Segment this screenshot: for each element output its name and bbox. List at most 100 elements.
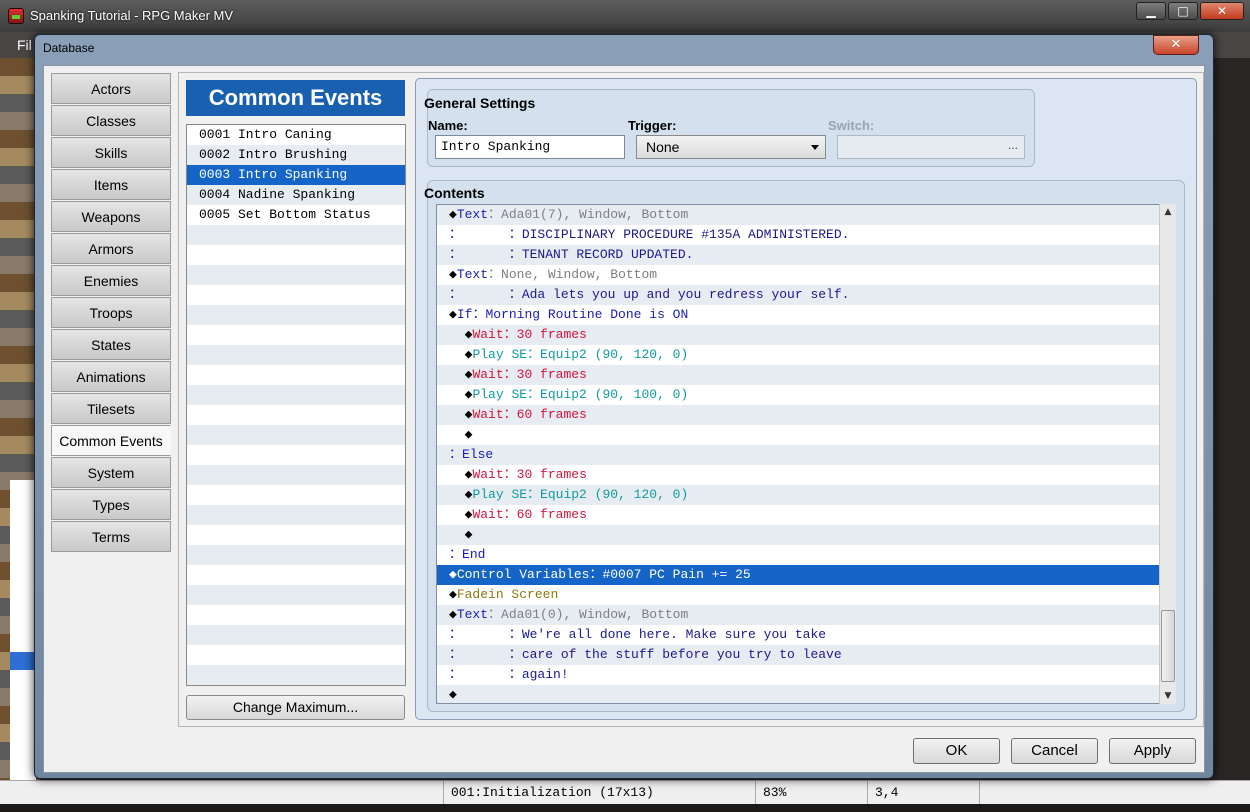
list-item[interactable]: 0001 Intro Caning — [187, 125, 405, 145]
category-tab[interactable]: Classes — [51, 105, 171, 136]
category-tab[interactable]: System — [51, 457, 171, 488]
command-row[interactable]: ◆Text：Ada01(7), Window, Bottom — [437, 205, 1175, 225]
command-row[interactable]: ◆Wait：60 frames — [437, 505, 1175, 525]
scroll-up-icon[interactable]: ▲ — [1160, 204, 1176, 220]
switch-label: Switch: — [828, 118, 875, 133]
status-separator — [979, 781, 980, 805]
list-item[interactable]: 0004 Nadine Spanking — [187, 185, 405, 205]
command-text: again! — [521, 667, 569, 682]
diamond-icon: ◆ — [449, 427, 473, 442]
command-row[interactable]: ◆Play SE：Equip2 (90, 120, 0) — [437, 345, 1175, 365]
list-item[interactable]: 0002 Intro Brushing — [187, 145, 405, 165]
status-separator — [867, 781, 868, 805]
scrollbar-thumb[interactable] — [1161, 610, 1175, 682]
command-row[interactable]: ◆Text：Ada01(0), Window, Bottom — [437, 605, 1175, 625]
category-tab[interactable]: Armors — [51, 233, 171, 264]
category-tab[interactable]: States — [51, 329, 171, 360]
contents-scrollbar[interactable]: ▲ ▼ — [1159, 204, 1176, 704]
command-row[interactable]: ： ：Ada lets you up and you redress your … — [437, 285, 1175, 305]
diamond-icon: ◆ — [449, 207, 457, 222]
category-tab[interactable]: Terms — [51, 521, 171, 552]
category-tab[interactable]: Troops — [51, 297, 171, 328]
category-tab[interactable]: Enemies — [51, 265, 171, 296]
diamond-icon: ◆ — [449, 527, 473, 542]
diamond-icon: ◆ — [449, 487, 473, 502]
command-row[interactable]: ◆ — [437, 525, 1175, 545]
command-text: ：Ada01(7), Window, Bottom — [488, 207, 689, 222]
command-text: ： — [449, 547, 463, 562]
command-row[interactable]: ◆ — [437, 685, 1175, 703]
status-coords: 3,4 — [875, 785, 899, 800]
category-tab[interactable]: Actors — [51, 73, 171, 104]
rpg-maker-app-icon — [8, 8, 24, 24]
list-item[interactable]: 0003 Intro Spanking — [187, 165, 405, 185]
command-row[interactable]: ： ：We're all done here. Make sure you ta… — [437, 625, 1175, 645]
category-tab[interactable]: Weapons — [51, 201, 171, 232]
category-tab[interactable]: Tilesets — [51, 393, 171, 424]
name-field[interactable]: Intro Spanking — [435, 135, 625, 159]
maximize-icon[interactable]: □ — [1168, 2, 1198, 20]
command-row[interactable]: ◆Text：None, Window, Bottom — [437, 265, 1175, 285]
app-window-title: Spanking Tutorial - RPG Maker MV — [30, 8, 234, 23]
command-text: ：60 frames — [503, 407, 587, 422]
command-row[interactable]: ◆Fadein Screen — [437, 585, 1175, 605]
command-row[interactable]: ： ：care of the stuff before you try to l… — [437, 645, 1175, 665]
command-text: End — [462, 547, 486, 562]
diamond-icon: ◆ — [449, 267, 457, 282]
command-text: care of the stuff before you try to leav… — [521, 647, 842, 662]
command-row[interactable]: ： ：again! — [437, 665, 1175, 685]
map-tree-selected-row[interactable] — [10, 652, 36, 670]
command-text: ： ： — [449, 287, 522, 302]
category-tab[interactable]: Items — [51, 169, 171, 200]
list-item[interactable]: 0005 Set Bottom Status — [187, 205, 405, 225]
command-text: TENANT RECORD UPDATED. — [521, 247, 694, 262]
command-row[interactable]: ◆Wait：30 frames — [437, 325, 1175, 345]
list-header: Common Events — [186, 80, 405, 116]
command-text: Text — [456, 267, 489, 282]
category-tab[interactable]: Skills — [51, 137, 171, 168]
event-command-list[interactable]: ◆Text：Ada01(7), Window, Bottom： ：DISCIPL… — [436, 204, 1176, 704]
command-text: ： ： — [449, 227, 522, 242]
close-icon[interactable]: ✕ — [1200, 2, 1244, 20]
command-row[interactable]: ◆Wait：30 frames — [437, 465, 1175, 485]
status-separator — [755, 781, 756, 805]
menu-file[interactable]: Fil — [17, 37, 32, 53]
command-row[interactable]: ◆Play SE：Equip2 (90, 120, 0) — [437, 485, 1175, 505]
category-tab[interactable]: Animations — [51, 361, 171, 392]
ok-button[interactable]: OK — [913, 738, 1000, 764]
command-text: ：Equip2 (90, 120, 0) — [527, 487, 689, 502]
command-text: ：30 frames — [503, 367, 587, 382]
command-row[interactable]: ◆Wait：60 frames — [437, 405, 1175, 425]
command-text: ：Equip2 (90, 100, 0) — [527, 387, 689, 402]
status-zoom: 83% — [763, 785, 787, 800]
scroll-down-icon[interactable]: ▼ — [1160, 688, 1176, 704]
command-text: ：Morning Routine Done is ON — [472, 307, 689, 322]
command-row[interactable]: ◆If：Morning Routine Done is ON — [437, 305, 1175, 325]
map-tree[interactable] — [10, 480, 36, 780]
switch-selector: ... — [837, 135, 1025, 159]
category-tab[interactable]: Common Events — [51, 425, 171, 456]
command-text: Text — [456, 207, 489, 222]
command-row[interactable]: ◆Control Variables：#0007 PC Pain += 25 — [437, 565, 1175, 585]
change-maximum-button[interactable]: Change Maximum... — [186, 695, 405, 720]
command-text: Text — [456, 607, 489, 622]
apply-button[interactable]: Apply — [1109, 738, 1196, 764]
command-row[interactable]: ：End — [437, 545, 1175, 565]
category-tabs: Actors Classes Skills Items Weapons Armors Ene… — [51, 73, 171, 553]
command-text: ：Equip2 (90, 120, 0) — [527, 347, 689, 362]
cancel-button[interactable]: Cancel — [1011, 738, 1098, 764]
trigger-dropdown[interactable]: None — [636, 135, 826, 159]
command-row[interactable]: ：Else — [437, 445, 1175, 465]
category-tab[interactable]: Types — [51, 489, 171, 520]
command-text: Play SE — [472, 347, 528, 362]
chevron-down-icon — [811, 145, 819, 150]
command-row[interactable]: ◆Wait：30 frames — [437, 365, 1175, 385]
command-row[interactable]: ： ：DISCIPLINARY PROCEDURE #135A ADMINIST… — [437, 225, 1175, 245]
common-event-list[interactable]: 0001 Intro Caning 0002 Intro Brushing 0003… — [186, 124, 406, 686]
command-text: If — [456, 307, 473, 322]
minimize-icon[interactable]: ▁ — [1136, 2, 1166, 20]
command-row[interactable]: ： ：TENANT RECORD UPDATED. — [437, 245, 1175, 265]
command-row[interactable]: ◆ — [437, 425, 1175, 445]
command-row[interactable]: ◆Play SE：Equip2 (90, 100, 0) — [437, 385, 1175, 405]
command-text: Play SE — [472, 487, 528, 502]
